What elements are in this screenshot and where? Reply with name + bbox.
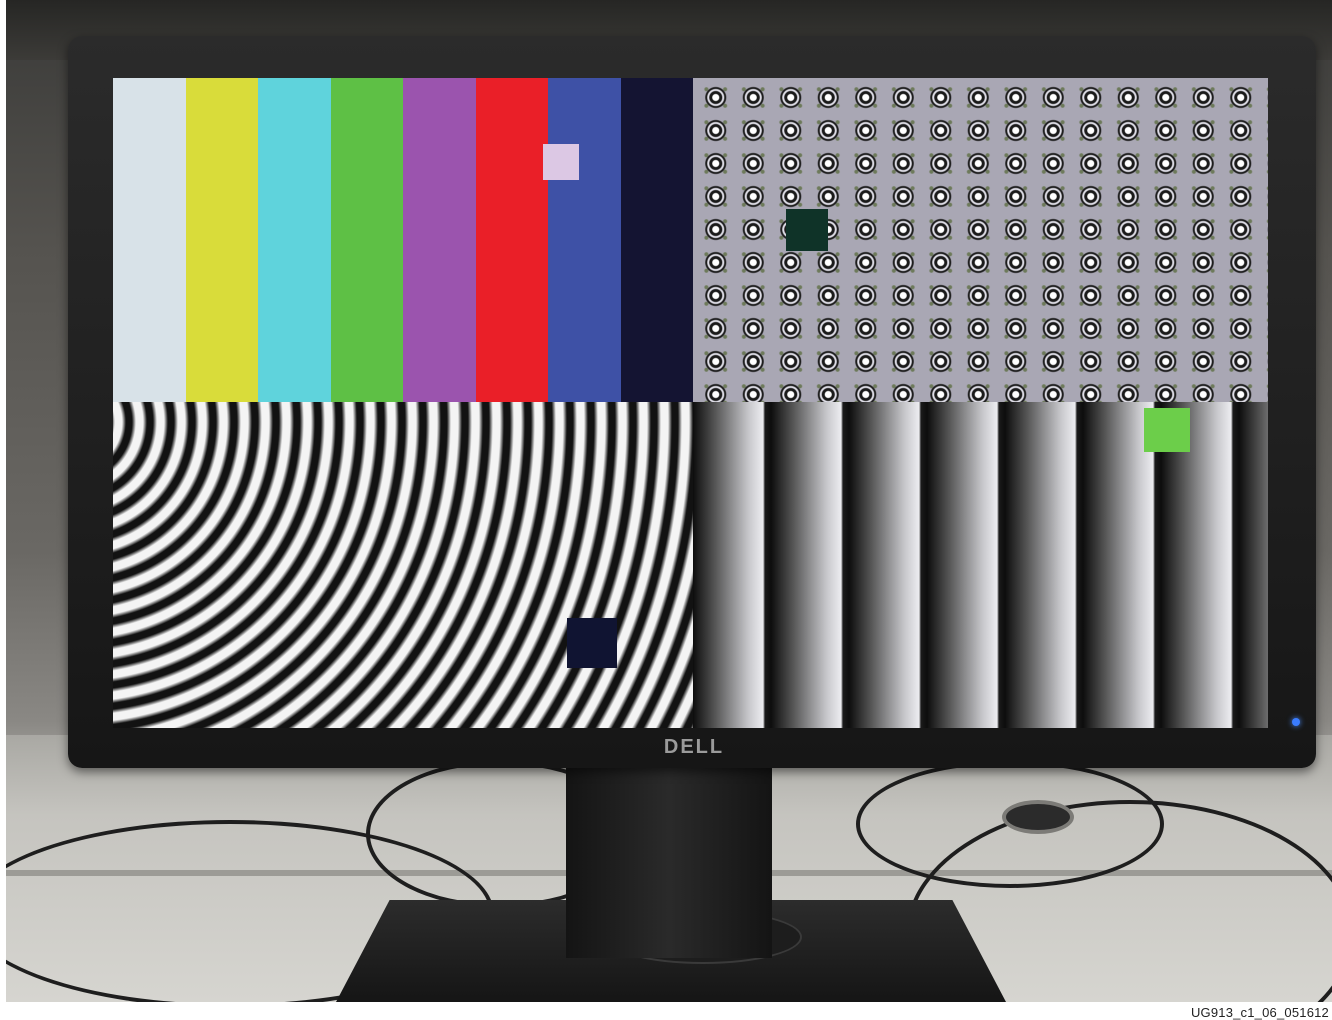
screen: [113, 78, 1268, 728]
zone-plate-dots-pattern: [693, 78, 1268, 402]
overlay-square: [1144, 408, 1190, 452]
overlay-square: [543, 144, 579, 180]
overlay-square: [567, 618, 617, 668]
figure-caption: UG913_c1_06_051612: [1190, 1005, 1329, 1020]
photo: DELL: [6, 0, 1332, 1002]
monitor-stand: [566, 768, 772, 958]
color-bar: [330, 78, 403, 402]
overlay-square: [786, 209, 828, 251]
concentric-rings-pattern: [113, 402, 693, 728]
color-bar-set: [113, 78, 693, 402]
color-bar: [475, 78, 548, 402]
vertical-gradient-bars-pattern: [693, 402, 1268, 728]
monitor: DELL: [68, 36, 1316, 768]
color-bars-pattern: [113, 78, 693, 402]
power-led-icon[interactable]: [1292, 718, 1300, 726]
color-bar: [403, 78, 476, 402]
desk-grommet: [1002, 800, 1074, 834]
color-bar: [113, 78, 186, 402]
color-bar: [185, 78, 258, 402]
color-bar: [258, 78, 331, 402]
color-bar: [548, 78, 621, 402]
color-bar: [620, 78, 693, 402]
dell-logo: DELL: [663, 736, 725, 758]
